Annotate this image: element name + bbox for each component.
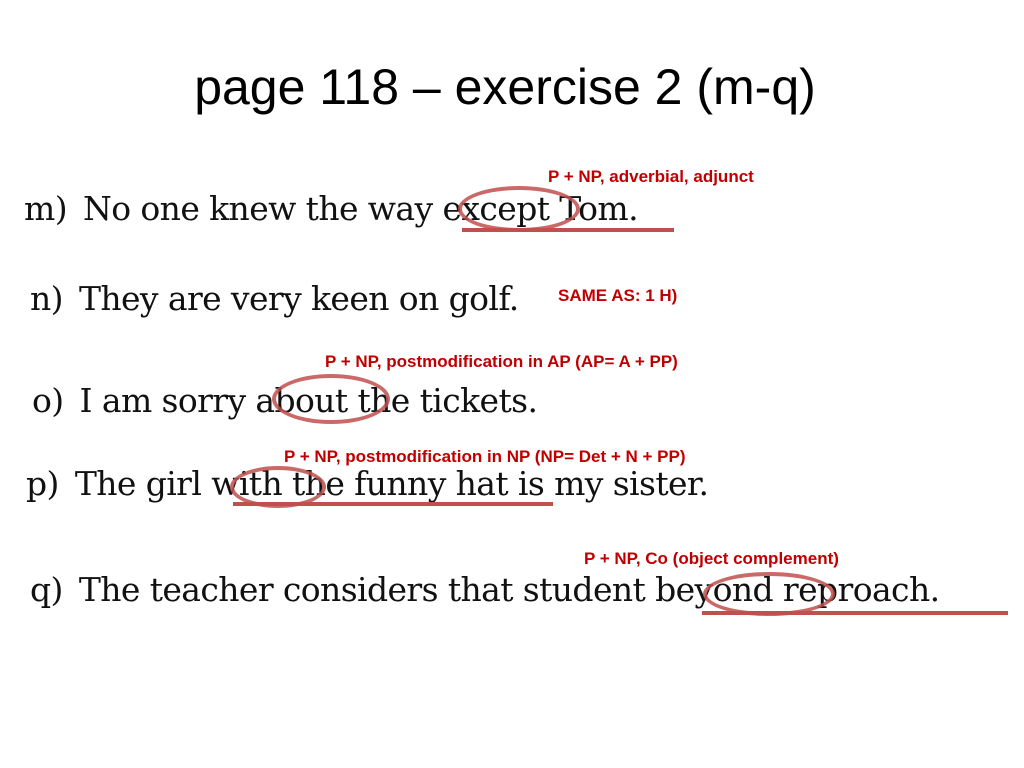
- sentence-label-q: q): [30, 570, 63, 609]
- sentence-n: n) They are very keen on golf.: [30, 282, 519, 315]
- sentence-label-o: o): [32, 381, 64, 420]
- sentence-label-n: n): [30, 279, 64, 318]
- sentence-label-m: m): [24, 189, 68, 228]
- sentence-label-p: p): [26, 464, 59, 503]
- underline-except-tom: [462, 228, 674, 232]
- annotation-m: P + NP, adverbial, adjunct: [548, 167, 754, 186]
- circle-about: [272, 374, 390, 424]
- circle-beyond: [703, 572, 835, 616]
- annotation-p: P + NP, postmodification in NP (NP= Det …: [284, 447, 686, 466]
- annotation-n: SAME AS: 1 H): [558, 286, 678, 305]
- sentence-p: p) The girl with the funny hat is my sist…: [26, 464, 709, 503]
- sentence-text-p: The girl with the funny hat is my sister…: [74, 464, 709, 503]
- sentence-text-n: They are very keen on golf.: [78, 279, 519, 318]
- slide-title: page 118 – exercise 2 (m-q): [194, 59, 816, 115]
- underline-with-the-funny-hat: [233, 502, 553, 506]
- annotation-o: P + NP, postmodification in AP (AP= A + …: [325, 352, 678, 371]
- circle-except: [458, 186, 580, 232]
- annotation-q: P + NP, Co (object complement): [584, 549, 839, 568]
- underline-beyond-reproach: [702, 611, 1008, 615]
